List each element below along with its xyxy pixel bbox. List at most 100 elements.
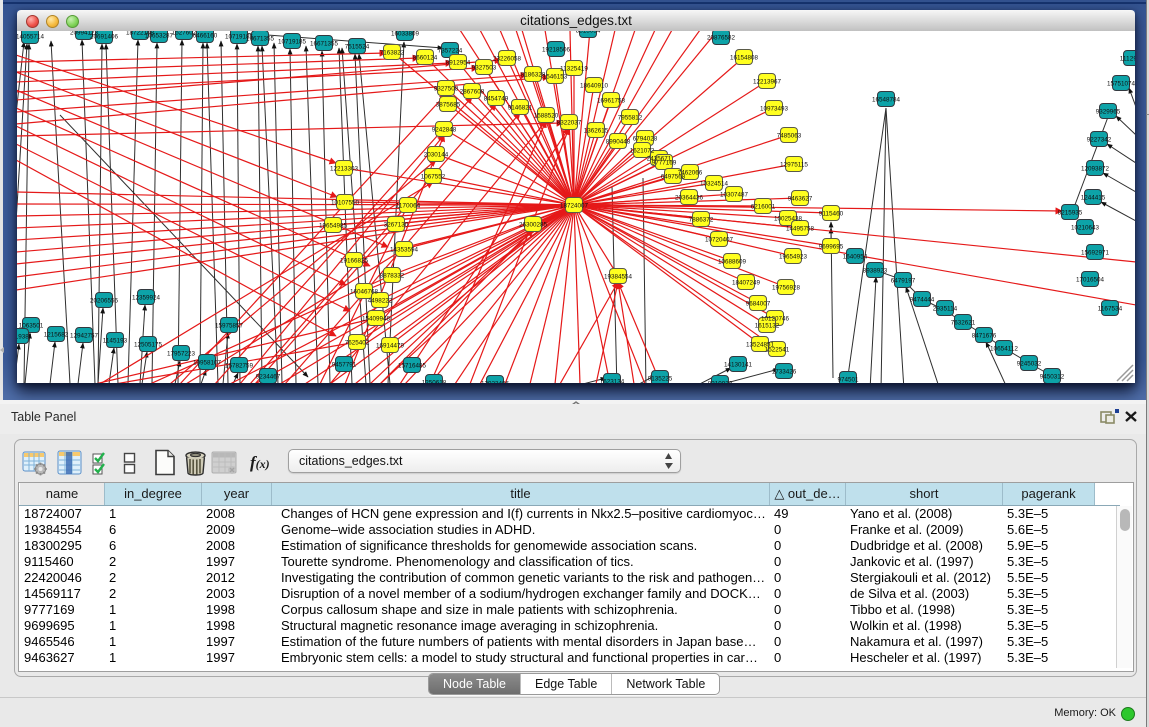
svg-text:10210643: 10210643 <box>1071 225 1099 232</box>
svg-text:14130141: 14130141 <box>724 362 752 369</box>
svg-text:19218506: 19218506 <box>542 47 570 54</box>
svg-text:10958107: 10958107 <box>193 360 221 367</box>
svg-text:1615132: 1615132 <box>755 323 780 330</box>
svg-text:1170064: 1170064 <box>396 203 421 210</box>
svg-text:1623134: 1623134 <box>600 379 625 384</box>
svg-text:12213967: 12213967 <box>753 79 781 86</box>
svg-text:6466160: 6466160 <box>193 33 218 40</box>
svg-text:3267130: 3267130 <box>384 222 409 229</box>
svg-text:1522541: 1522541 <box>765 347 790 354</box>
svg-text:10324514: 10324514 <box>700 181 728 188</box>
svg-text:1621072: 1621072 <box>630 148 655 155</box>
svg-text:9699695: 9699695 <box>819 244 844 251</box>
svg-text:6479197: 6479197 <box>891 278 916 285</box>
svg-text:16782759: 16782759 <box>225 363 253 370</box>
svg-text:1362615: 1362615 <box>584 128 609 135</box>
svg-text:14495758: 14495758 <box>786 226 814 233</box>
svg-text:10973493: 10973493 <box>760 106 788 113</box>
svg-text:2030144: 2030144 <box>424 152 449 159</box>
svg-text:8219933: 8219933 <box>708 381 733 384</box>
svg-text:12923486: 12923486 <box>481 381 509 384</box>
svg-text:10025438: 10025438 <box>774 216 802 223</box>
svg-text:9777169: 9777169 <box>652 160 677 167</box>
svg-text:16548784: 16548784 <box>872 97 900 104</box>
svg-text:9474444: 9474444 <box>910 297 935 304</box>
svg-text:15409948: 15409948 <box>362 316 390 323</box>
svg-text:8660124: 8660124 <box>413 55 438 62</box>
svg-text:16961758: 16961758 <box>597 98 625 105</box>
svg-text:4498222: 4498222 <box>368 298 393 305</box>
svg-text:18407249: 18407249 <box>732 280 760 287</box>
svg-text:10653287: 10653287 <box>145 33 173 40</box>
svg-text:1167534: 1167534 <box>1098 306 1123 313</box>
svg-text:9245032: 9245032 <box>1017 361 1042 368</box>
svg-text:9684007: 9684007 <box>746 301 771 308</box>
svg-text:1067552: 1067552 <box>421 174 446 181</box>
svg-text:10307487: 10307487 <box>720 192 748 199</box>
svg-text:6794028: 6794028 <box>633 136 658 143</box>
svg-text:9135225: 9135225 <box>648 376 673 383</box>
svg-text:8878332: 8878332 <box>380 273 405 280</box>
svg-text:7163822: 7163822 <box>380 50 405 57</box>
svg-text:7955812: 7955812 <box>618 115 643 122</box>
svg-text:17016504: 17016504 <box>1076 277 1104 284</box>
svg-text:9227342: 9227342 <box>1087 137 1112 144</box>
svg-text:12942757: 12942757 <box>70 333 98 340</box>
svg-text:15751074: 15751074 <box>1107 81 1135 88</box>
svg-text:26300285: 26300285 <box>519 222 547 229</box>
svg-text:15975857: 15975857 <box>215 323 243 330</box>
svg-text:20206556: 20206556 <box>90 298 118 305</box>
svg-text:18640910: 18640910 <box>580 83 608 90</box>
svg-text:3919381: 3919381 <box>17 334 33 341</box>
svg-text:8813054: 8813054 <box>576 31 601 35</box>
svg-text:19654923: 19654923 <box>779 254 807 261</box>
svg-text:12975115: 12975115 <box>780 162 808 169</box>
svg-text:19166825: 19166825 <box>340 258 368 265</box>
svg-text:9329965: 9329965 <box>1096 109 1121 116</box>
svg-text:3875685: 3875685 <box>436 102 461 109</box>
svg-text:8471676: 8471676 <box>972 333 997 340</box>
svg-text:8454749: 8454749 <box>484 96 509 103</box>
svg-text:19756928: 19756928 <box>772 285 800 292</box>
svg-text:1112984: 1112984 <box>1120 56 1135 63</box>
svg-text:2867608: 2867608 <box>460 89 485 96</box>
svg-text:7357224: 7357224 <box>438 48 463 55</box>
svg-text:1145193: 1145193 <box>103 338 128 345</box>
svg-text:10107550: 10107550 <box>331 200 359 207</box>
svg-text:12359924: 12359924 <box>132 295 160 302</box>
svg-text:8215935: 8215935 <box>1058 210 1083 217</box>
svg-text:8322037: 8322037 <box>557 120 582 127</box>
svg-text:9146821: 9146821 <box>508 105 533 112</box>
svg-text:7515524: 7515524 <box>345 44 370 51</box>
svg-text:9327503: 9327503 <box>472 65 497 72</box>
svg-text:6216001: 6216001 <box>751 204 776 211</box>
svg-text:16033809: 16033809 <box>391 31 419 38</box>
svg-text:6497568: 6497568 <box>661 174 686 181</box>
svg-text:1250618: 1250618 <box>422 380 447 384</box>
svg-text:8990448: 8990448 <box>606 139 631 146</box>
svg-text:10120746: 10120746 <box>761 316 789 323</box>
svg-text:10720407: 10720407 <box>705 237 733 244</box>
svg-text:12213303: 12213303 <box>330 166 358 173</box>
svg-text:974501: 974501 <box>838 377 859 384</box>
svg-text:16154808: 16154808 <box>730 55 758 62</box>
svg-text:17957223: 17957223 <box>167 351 195 358</box>
svg-text:9463627: 9463627 <box>788 196 813 203</box>
svg-text:9327508: 9327508 <box>434 86 459 93</box>
svg-text:7625402: 7625402 <box>345 340 370 347</box>
svg-text:10654112: 10654112 <box>990 346 1018 353</box>
svg-text:15692971: 15692971 <box>1081 250 1109 257</box>
svg-text:1640954: 1640954 <box>843 254 868 261</box>
svg-text:12093872: 12093872 <box>1081 166 1109 173</box>
svg-text:16914479: 16914479 <box>376 343 404 350</box>
svg-text:20691406: 20691406 <box>90 34 118 41</box>
svg-text:8938923: 8938923 <box>863 268 888 275</box>
svg-text:15716485: 15716485 <box>398 363 426 370</box>
svg-text:16671355: 16671355 <box>310 41 338 48</box>
svg-text:1244415: 1244415 <box>1081 195 1106 202</box>
svg-text:9242848: 9242848 <box>432 127 457 134</box>
svg-text:9450312: 9450312 <box>1040 374 1065 381</box>
svg-text:19384554: 19384554 <box>604 274 632 281</box>
svg-text:10719185: 10719185 <box>278 39 306 46</box>
svg-text:14055714: 14055714 <box>17 34 44 41</box>
